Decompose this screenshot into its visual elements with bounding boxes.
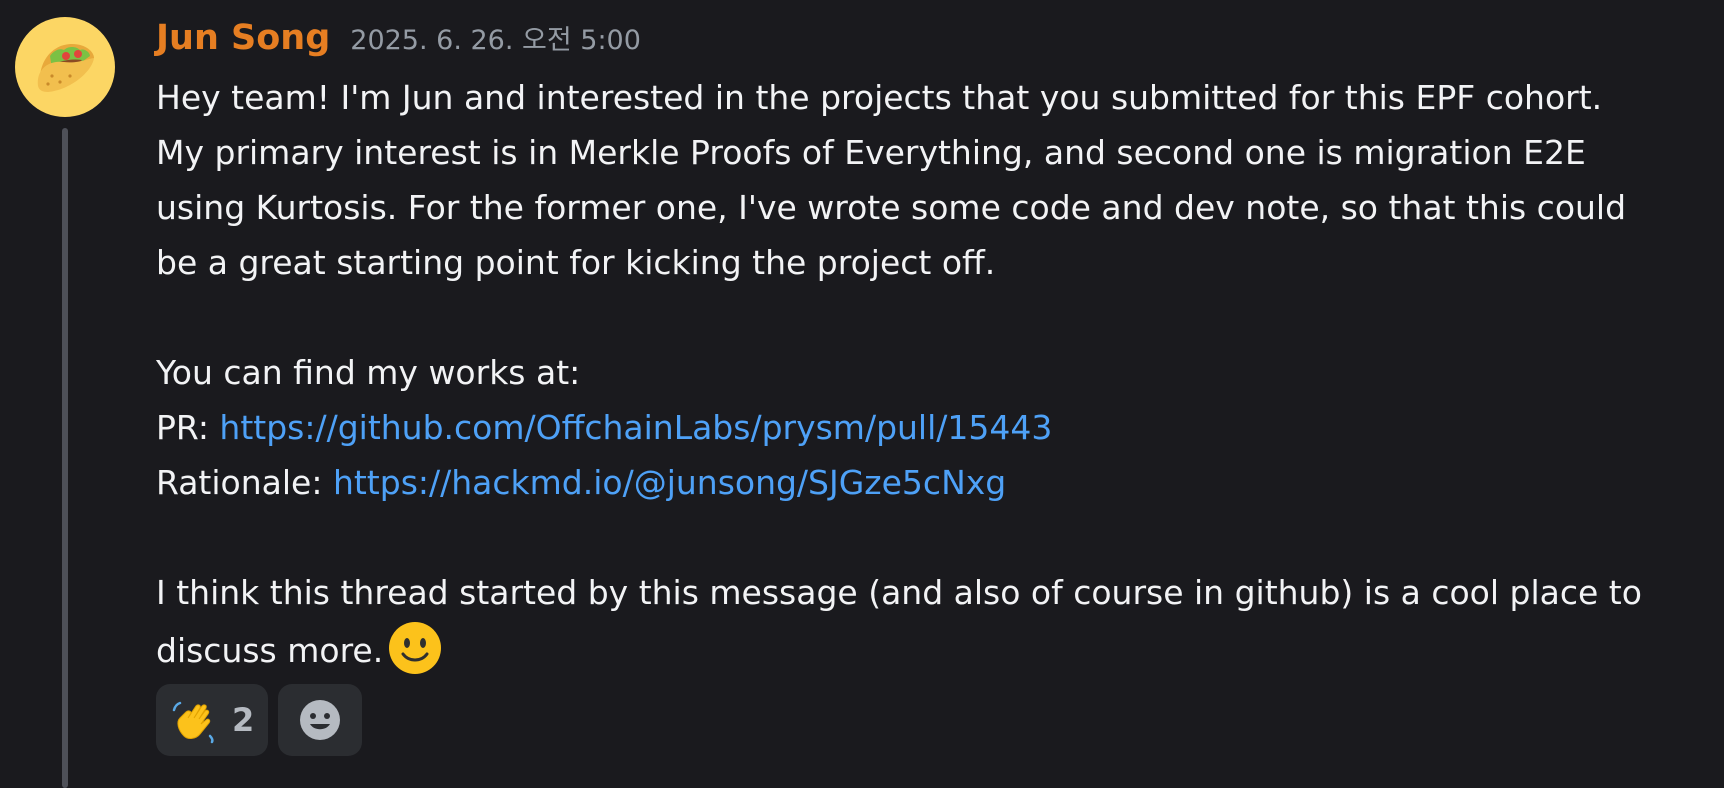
reaction-wave[interactable]: 2: [156, 684, 269, 756]
reaction-count: 2: [232, 701, 255, 739]
message-content: Hey team! I'm Jun and interested in the …: [156, 70, 1696, 675]
message-line-text: discuss more.: [156, 631, 384, 670]
message-line: be a great starting point for kicking th…: [156, 243, 996, 282]
slightly-smiling-face-icon: [389, 622, 442, 674]
message-timestamp[interactable]: 2025. 6. 26. 오전 5:00: [350, 18, 641, 57]
thread-connector-line: [62, 128, 68, 788]
username[interactable]: Jun Song: [156, 18, 330, 58]
waving-hand-icon: [172, 701, 214, 744]
pr-label: PR:: [156, 408, 220, 447]
message-line: I think this thread started by this mess…: [156, 573, 1642, 612]
rationale-link[interactable]: https://hackmd.io/@junsong/SJGze5cNxg: [333, 463, 1006, 502]
message-line-last: discuss more.: [156, 620, 1696, 675]
pr-line: PR: https://github.com/OffchainLabs/prys…: [156, 400, 1696, 455]
message-line: Hey team! I'm Jun and interested in the …: [156, 78, 1603, 117]
message-header: Jun Song 2025. 6. 26. 오전 5:00: [156, 18, 641, 58]
message-line: You can find my works at:: [156, 353, 581, 392]
rationale-label: Rationale:: [156, 463, 333, 502]
add-reaction-button[interactable]: [278, 684, 363, 756]
message-line: using Kurtosis. For the former one, I've…: [156, 188, 1627, 227]
avatar[interactable]: [15, 17, 115, 117]
taco-icon: [37, 44, 94, 92]
message-line: My primary interest is in Merkle Proofs …: [156, 133, 1586, 172]
rationale-line: Rationale: https://hackmd.io/@junsong/SJ…: [156, 455, 1696, 510]
pr-link[interactable]: https://github.com/OffchainLabs/prysm/pu…: [219, 408, 1052, 447]
add-reaction-smiley-icon: [300, 700, 341, 740]
chat-message: Jun Song 2025. 6. 26. 오전 5:00 Hey team! …: [0, 0, 1724, 788]
reactions-bar: 2: [156, 684, 363, 756]
